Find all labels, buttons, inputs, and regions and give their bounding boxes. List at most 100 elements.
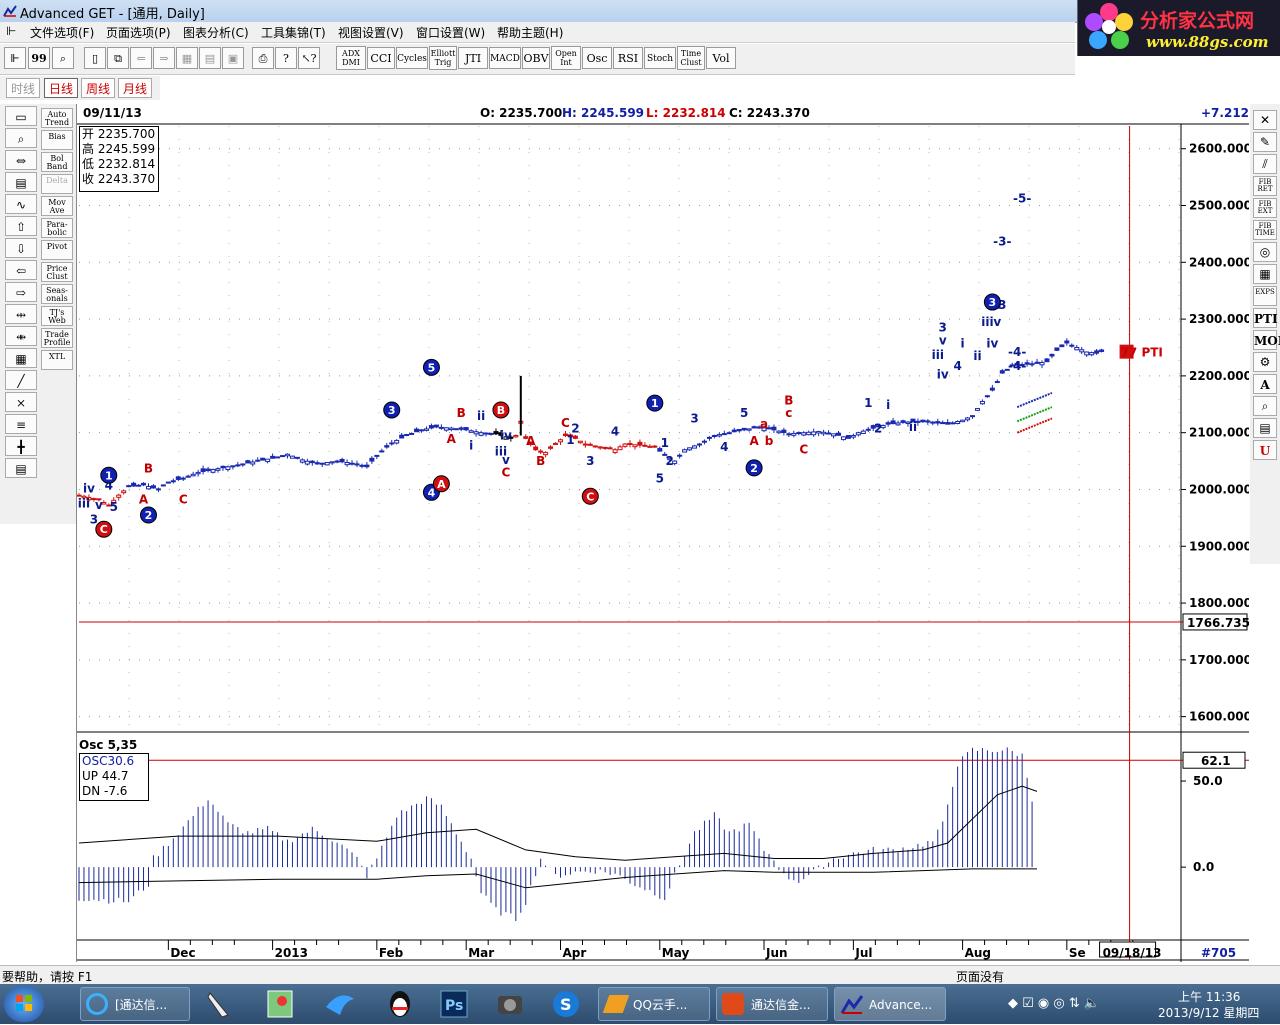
tool-fib-time[interactable]: FIB TIME	[1253, 220, 1277, 240]
tab-hour[interactable]: 时线	[6, 78, 40, 98]
fib-icon[interactable]: ≡	[5, 414, 37, 434]
forward-icon[interactable]: ⇒	[153, 47, 175, 69]
tool-bol-band[interactable]: Bol Band	[41, 152, 73, 172]
s-app-icon[interactable]: S	[544, 987, 588, 1021]
camera-app-icon[interactable]	[488, 987, 532, 1021]
price-bar-body	[195, 471, 201, 475]
cycles-button[interactable]: Cycles	[396, 47, 428, 69]
osc-button[interactable]: Osc	[582, 47, 612, 69]
wave-label: A	[526, 434, 536, 448]
rsi-button[interactable]: RSI	[613, 47, 643, 69]
tool-bias[interactable]: Bias	[41, 130, 73, 150]
tool-delta[interactable]: Delta	[41, 174, 73, 194]
context-help-icon[interactable]: ↖?	[298, 47, 320, 69]
back-icon[interactable]: ⇐	[130, 47, 152, 69]
magnify-icon[interactable]: ⌕	[52, 47, 74, 69]
grid-icon[interactable]: ▦	[5, 348, 37, 368]
lines-icon[interactable]: ⫽	[1253, 154, 1277, 174]
tool-mob[interactable]: MOB	[1253, 330, 1280, 350]
tool-mov-ave[interactable]: Mov Ave	[41, 196, 73, 216]
arrow-left-icon[interactable]: ⇦	[5, 260, 37, 280]
shrink-icon[interactable]: ⇼	[5, 326, 37, 346]
vol-button[interactable]: Vol	[706, 47, 736, 69]
bird-app-icon[interactable]	[318, 987, 362, 1021]
price-chart-svg[interactable]: 2600.000 2500.000 2400.000 2300.000 2200.000…	[76, 104, 1252, 962]
menu-help[interactable]: 帮助主题(H)	[497, 24, 563, 41]
macd-button[interactable]: MACD	[489, 47, 521, 69]
arrow-down-icon[interactable]: ⇩	[5, 238, 37, 258]
menu-window[interactable]: 窗口设置(W)	[416, 24, 485, 41]
tool-exps[interactable]: EXPS	[1253, 286, 1277, 306]
open-int-button[interactable]: Open Int	[551, 46, 581, 70]
tab-week[interactable]: 周线	[81, 78, 115, 98]
jti-button[interactable]: JTI	[458, 47, 488, 69]
expand-icon[interactable]: ⇹	[5, 304, 37, 324]
wave-label: iv	[937, 368, 949, 382]
time-clust-button[interactable]: Time Clust	[677, 46, 705, 70]
layout-icon[interactable]: ▣	[222, 47, 244, 69]
tool-fib-ret[interactable]: FIB RET	[1253, 176, 1277, 196]
menu-page[interactable]: 页面选项(P)	[106, 24, 171, 41]
cascade-icon[interactable]: ▤	[199, 47, 221, 69]
tray-icons[interactable]: ◆ ☑ ◉ ◎ ⇅ 🔈	[1008, 996, 1100, 1011]
crosshair-icon[interactable]: ╋	[5, 436, 37, 456]
elliott-icon[interactable]: ∿	[5, 194, 37, 214]
search-magnify-icon[interactable]: ⌕	[5, 128, 37, 148]
menu-tools[interactable]: 工具集锦(T)	[261, 24, 326, 41]
menu-view[interactable]: 视图设置(V)	[338, 24, 404, 41]
new-page-icon[interactable]: ▯	[84, 47, 106, 69]
folder-icon[interactable]: ▭	[5, 106, 37, 126]
map-app-icon[interactable]	[258, 987, 302, 1021]
tool-u[interactable]: U	[1253, 440, 1277, 460]
tool-a[interactable]: A	[1253, 374, 1277, 394]
print-icon[interactable]: ⎙	[252, 47, 274, 69]
lines-icon[interactable]: ╱	[5, 370, 37, 390]
help-icon[interactable]: ?	[275, 47, 297, 69]
tool-seas-onals[interactable]: Seas- onals	[41, 284, 73, 304]
pencil-icon[interactable]: ✎	[1253, 132, 1277, 152]
price-bar-body	[885, 422, 891, 425]
book-icon[interactable]: ▤	[1253, 418, 1277, 438]
price-bar-body	[299, 459, 305, 463]
gear-icon[interactable]: ⚙	[1253, 352, 1277, 372]
app-icon-penguin-pen[interactable]	[198, 987, 242, 1021]
menu-chart[interactable]: 图表分析(C)	[183, 24, 249, 41]
qq-icon[interactable]	[378, 987, 422, 1021]
reset-icon[interactable]: ⇔	[5, 150, 37, 170]
price-bar-body	[989, 387, 995, 391]
start-button[interactable]	[4, 986, 44, 1022]
pin-icon[interactable]: ⊩	[6, 24, 16, 38]
study-icon[interactable]: ▤	[5, 172, 37, 192]
price-bar-body	[190, 473, 196, 477]
grid-icon[interactable]: ▦	[1253, 264, 1277, 284]
tool-xtl[interactable]: XTL	[41, 350, 73, 370]
tool-pivot[interactable]: Pivot	[41, 240, 73, 260]
tool-fib-ext[interactable]: FIB EXT	[1253, 198, 1277, 218]
cci-button[interactable]: CCI	[367, 47, 395, 69]
close-icon[interactable]: ✕	[1253, 110, 1277, 130]
menu-file[interactable]: 文件选项(F)	[30, 24, 94, 41]
fib-circle-icon[interactable]: ◎	[1253, 242, 1277, 262]
arrow-right-icon[interactable]: ⇨	[5, 282, 37, 302]
tool-trade-profile[interactable]: Trade Profile	[41, 328, 73, 348]
tab-month[interactable]: 月线	[118, 78, 152, 98]
arrow-up-icon[interactable]: ⇧	[5, 216, 37, 236]
copy-page-icon[interactable]: ⧉	[107, 47, 129, 69]
tab-day[interactable]: 日线	[44, 78, 78, 98]
quote-icon[interactable]: 99	[28, 47, 50, 69]
photoshop-icon[interactable]: Ps	[432, 987, 476, 1021]
elliott-trig-button[interactable]: Elliott Trig	[429, 46, 457, 70]
tool-price-clust[interactable]: Price Clust	[41, 262, 73, 282]
tool-auto-trend[interactable]: Auto Trend	[41, 108, 73, 128]
tool-pti[interactable]: PTI	[1253, 308, 1278, 328]
tool-para-bolic[interactable]: Para- bolic	[41, 218, 73, 238]
tool-tj-s-web[interactable]: TJ's Web	[41, 306, 73, 326]
stoch-button[interactable]: Stoch	[644, 47, 676, 69]
pin-tool-icon[interactable]: ⊩	[4, 47, 26, 69]
obv-button[interactable]: OBV	[522, 47, 550, 69]
properties-icon[interactable]: ▤	[5, 458, 37, 478]
gann-icon[interactable]: ⨯	[5, 392, 37, 412]
zoom-icon[interactable]: ⌕	[1253, 396, 1277, 416]
adx-dmi-button[interactable]: ADX DMI	[336, 46, 366, 70]
tile-icon[interactable]: ▦	[176, 47, 198, 69]
